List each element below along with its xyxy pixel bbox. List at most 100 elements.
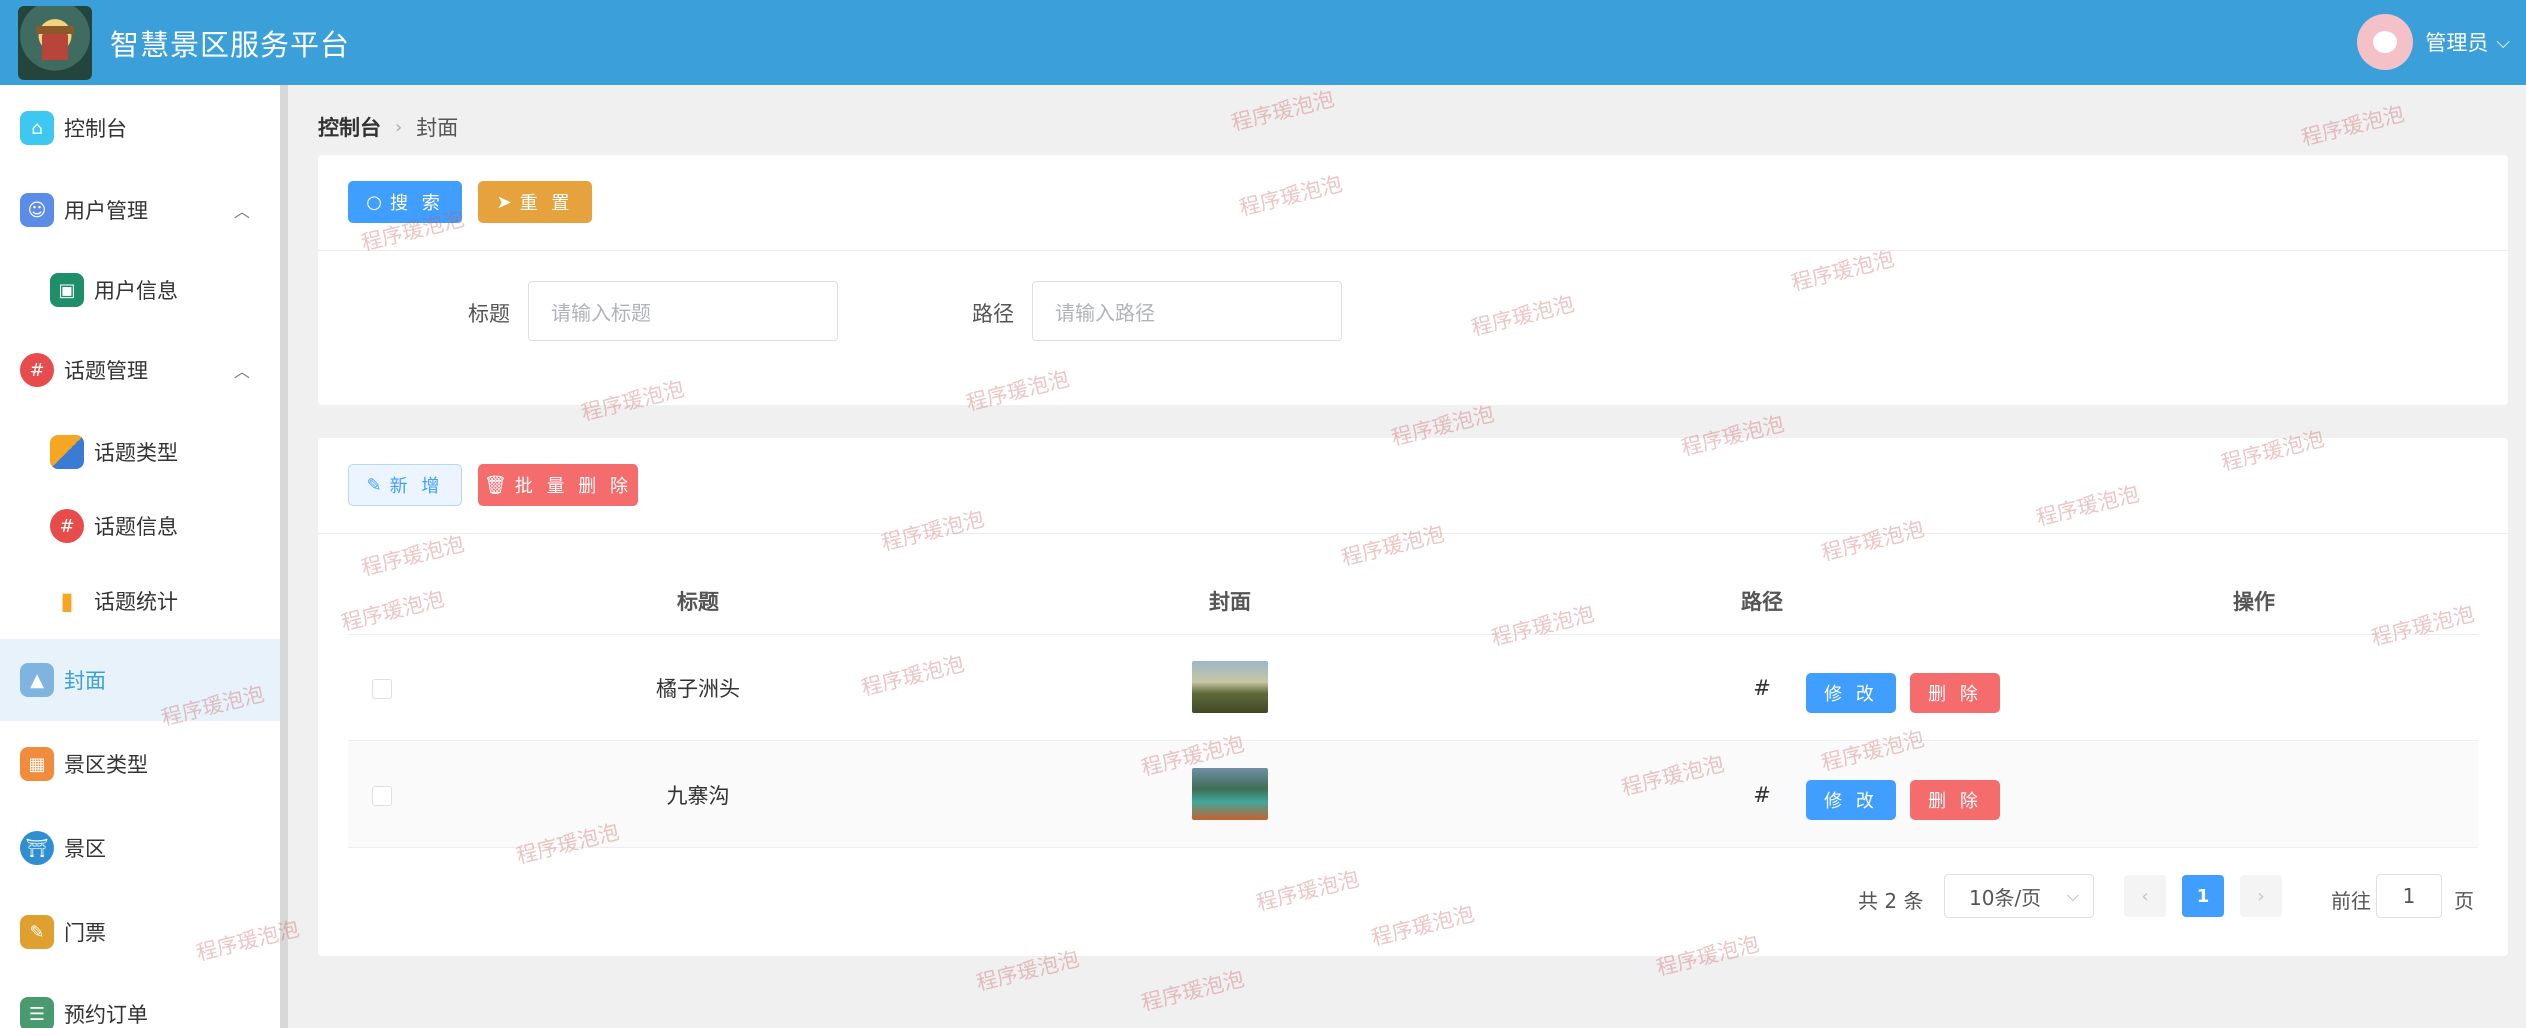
chevron-up-icon: ︿ <box>233 362 250 381</box>
row-checkbox[interactable] <box>372 679 392 699</box>
sidebar-item-cover[interactable]: ▲ 封面 <box>0 639 280 721</box>
search-button-label: 搜 索 <box>389 193 444 214</box>
user-avatar[interactable] <box>2357 14 2414 70</box>
path-search-input[interactable]: 请输入路径 <box>1032 281 1342 341</box>
column-header-path: 路径 <box>1741 590 1783 614</box>
user-card-icon: ▣ <box>50 273 84 307</box>
page-suffix: 页 <box>2454 888 2474 913</box>
landmark-icon: ⛩ <box>20 831 54 865</box>
add-button-label: 新 增 <box>389 476 444 497</box>
column-header-cover: 封面 <box>1209 590 1251 614</box>
title-label: 标题 <box>468 302 510 326</box>
edit-icon: ✎ <box>366 474 382 496</box>
app-title: 智慧景区服务平台 <box>110 27 351 62</box>
divider <box>318 250 2508 251</box>
sidebar-item-label: 话题统计 <box>94 590 178 614</box>
send-icon: ➤ <box>496 191 512 213</box>
row-path: # <box>1753 676 1771 700</box>
grid-icon: ▦ <box>20 747 54 781</box>
title-search-input[interactable]: 请输入标题 <box>528 281 838 341</box>
row-title: 九寨沟 <box>666 784 730 808</box>
breadcrumb-home[interactable]: 控制台 <box>318 112 381 142</box>
sidebar-item-user-management[interactable]: ☺ 用户管理 ︿ <box>0 171 280 249</box>
table-card: ✎ 新 增 🗑 批 量 删 除 标题 封面 路径 操作 橘子洲头 # 修 改 删 除… <box>318 438 2508 956</box>
sidebar-item-scenic-type[interactable]: ▦ 景区类型 <box>0 725 280 803</box>
page-size-value: 10条/页 <box>1969 885 2042 910</box>
sidebar-item-label: 景区 <box>64 837 106 861</box>
sidebar-item-label: 话题管理 <box>64 359 148 383</box>
user-name[interactable]: 管理员 <box>2425 27 2488 57</box>
page-size-select[interactable]: 10条/页 ⌵ <box>1944 874 2094 918</box>
cover-thumbnail[interactable] <box>1192 768 1268 820</box>
sidebar-item-ticket[interactable]: ✎ 门票 <box>0 893 280 971</box>
sidebar-item-topic-type[interactable]: 话题类型 <box>0 413 280 491</box>
app-logo <box>18 5 92 80</box>
chevron-up-icon: ︿ <box>233 202 250 221</box>
top-header: 智慧景区服务平台 管理员 ⌵ <box>0 0 2526 85</box>
next-page-button[interactable]: › <box>2240 875 2282 917</box>
breadcrumb-current: 封面 <box>416 116 459 140</box>
breadcrumb: 控制台 › 封面 <box>318 112 458 142</box>
chevron-down-icon: ⌵ <box>2066 886 2079 905</box>
sidebar-item-user-info[interactable]: ▣ 用户信息 <box>0 251 280 329</box>
order-icon: ☰ <box>20 997 54 1028</box>
sidebar-item-dashboard[interactable]: ⌂ 控制台 <box>0 89 280 167</box>
sidebar: ⌂ 控制台 ☺ 用户管理 ︿ ▣ 用户信息 # 话题管理 ︿ 话题类型 # 话题… <box>0 85 280 1028</box>
add-button[interactable]: ✎ 新 增 <box>348 464 462 506</box>
edit-button[interactable]: 修 改 <box>1806 673 1896 713</box>
delete-button[interactable]: 删 除 <box>1910 673 2000 713</box>
sidebar-item-label: 封面 <box>64 669 106 693</box>
row-title: 橘子洲头 <box>656 677 740 701</box>
sidebar-item-label: 话题类型 <box>94 441 178 465</box>
user-group-icon: ☺ <box>20 193 54 227</box>
cover-thumbnail[interactable] <box>1192 661 1268 713</box>
chevron-down-icon[interactable]: ⌵ <box>2496 32 2510 53</box>
sidebar-item-topic-management[interactable]: # 话题管理 ︿ <box>0 331 280 409</box>
sidebar-item-topic-stats[interactable]: ▮ 话题统计 <box>0 562 280 640</box>
sidebar-item-scenic[interactable]: ⛩ 景区 <box>0 809 280 887</box>
column-header-title: 标题 <box>677 590 719 614</box>
sidebar-item-label: 预约订单 <box>64 1003 148 1027</box>
sidebar-item-label: 用户信息 <box>94 279 178 303</box>
reset-button[interactable]: ➤ 重 置 <box>478 181 592 223</box>
sidebar-item-label: 控制台 <box>64 117 127 141</box>
page-number-button[interactable]: 1 <box>2182 875 2224 917</box>
batch-delete-button[interactable]: 🗑 批 量 删 除 <box>478 464 638 506</box>
blocks-icon <box>50 435 84 469</box>
sidebar-item-topic-info[interactable]: # 话题信息 <box>0 487 280 565</box>
sidebar-item-orders[interactable]: ☰ 预约订单 <box>0 975 280 1028</box>
goto-label: 前往 <box>2331 888 2371 913</box>
delete-button[interactable]: 删 除 <box>1910 780 2000 820</box>
sidebar-item-label: 话题信息 <box>94 515 178 539</box>
reset-button-label: 重 置 <box>519 193 574 214</box>
chevron-right-icon: › <box>2257 885 2265 907</box>
edit-button[interactable]: 修 改 <box>1806 780 1896 820</box>
breadcrumb-separator-icon: › <box>395 116 403 138</box>
search-button[interactable]: ○ 搜 索 <box>348 181 462 223</box>
sidebar-item-label: 门票 <box>64 921 106 945</box>
trash-icon: 🗑 <box>483 474 507 496</box>
hash-icon: # <box>20 353 54 387</box>
row-checkbox[interactable] <box>372 786 392 806</box>
ticket-icon: ✎ <box>20 915 54 949</box>
search-icon: ○ <box>366 191 382 213</box>
search-card: ○ 搜 索 ➤ 重 置 标题 请输入标题 路径 请输入路径 <box>318 155 2508 405</box>
sidebar-scrollbar[interactable] <box>280 85 288 1028</box>
sidebar-item-label: 用户管理 <box>64 199 148 223</box>
hash-icon: # <box>50 509 84 543</box>
bar-chart-icon: ▮ <box>50 584 84 618</box>
image-icon: ▲ <box>20 663 54 697</box>
row-path: # <box>1753 783 1771 807</box>
table-row: 橘子洲头 # 修 改 删 除 <box>348 635 2478 741</box>
column-header-actions: 操作 <box>2233 590 2275 614</box>
user-menu[interactable]: 管理员 ⌵ <box>2357 14 2510 70</box>
watermark: 程序瑗泡泡 <box>2298 101 2407 151</box>
prev-page-button[interactable]: ‹ <box>2124 875 2166 917</box>
goto-page-input[interactable]: 1 <box>2376 874 2442 918</box>
path-label: 路径 <box>972 302 1014 326</box>
pagination-total: 共 2 条 <box>1858 888 1924 913</box>
chevron-left-icon: ‹ <box>2141 885 2149 907</box>
watermark: 程序瑗泡泡 <box>1138 966 1247 1016</box>
watermark: 程序瑗泡泡 <box>1228 86 1337 136</box>
sidebar-item-label: 景区类型 <box>64 753 148 777</box>
